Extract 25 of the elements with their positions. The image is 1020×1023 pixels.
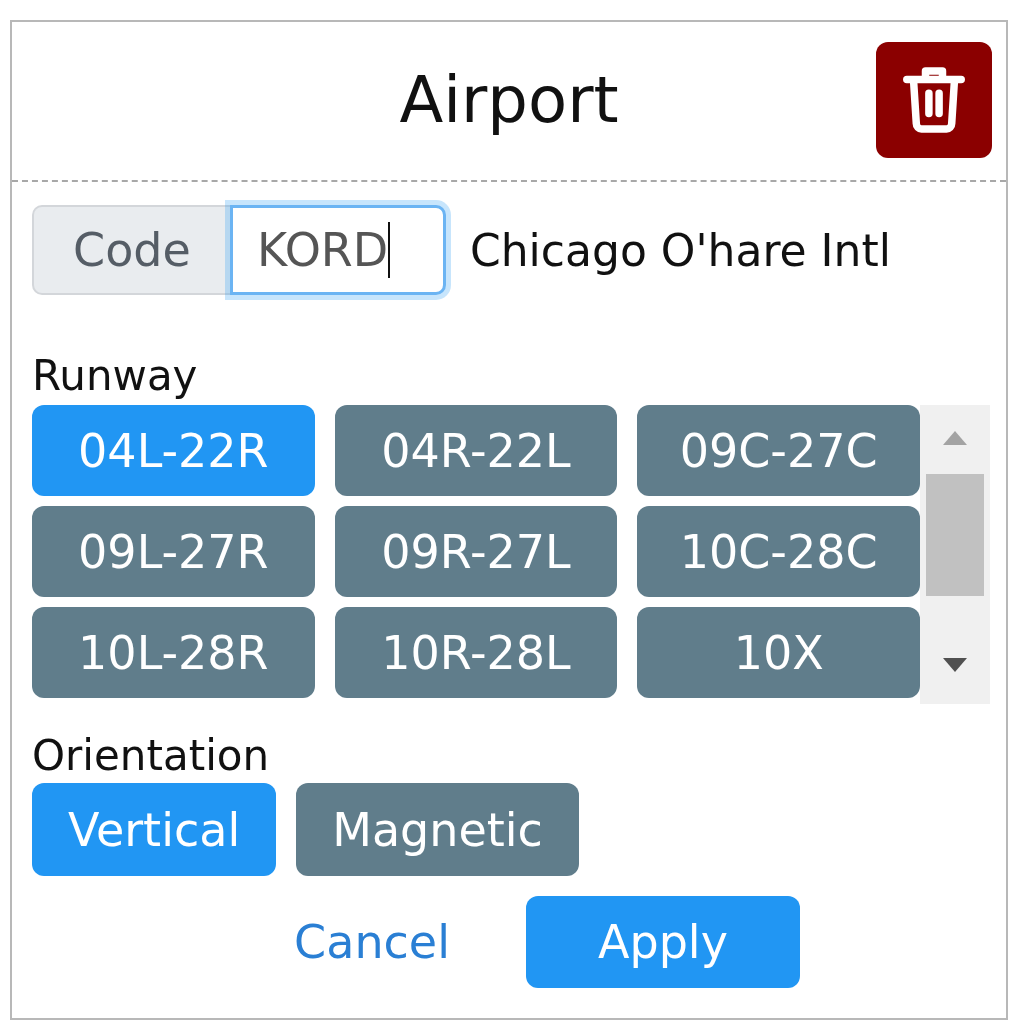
runway-option[interactable]: 09C-27C bbox=[637, 405, 920, 496]
trash-icon bbox=[903, 66, 965, 134]
code-input[interactable]: KORD bbox=[230, 205, 446, 295]
runway-option[interactable]: 09R-27L bbox=[334, 506, 618, 597]
runway-label: Runway bbox=[32, 351, 199, 401]
orientation-label: Orientation bbox=[32, 731, 271, 781]
scrollbar-thumb[interactable] bbox=[926, 474, 984, 596]
dialog-title: Airport bbox=[399, 62, 619, 139]
airport-name: Chicago O'hare Intl bbox=[470, 224, 891, 276]
scroll-up-arrow-icon[interactable] bbox=[943, 431, 967, 445]
runway-option[interactable]: 04R-22L bbox=[334, 405, 618, 496]
scroll-down-arrow-icon[interactable] bbox=[943, 658, 967, 672]
code-label: Code bbox=[32, 205, 230, 295]
runway-option[interactable]: 10X bbox=[637, 607, 920, 698]
runway-option[interactable]: 04L-22R bbox=[32, 405, 315, 496]
apply-button[interactable]: Apply bbox=[525, 896, 800, 988]
runway-option[interactable]: 10L-28R bbox=[32, 607, 315, 698]
orientation-option[interactable]: Magnetic bbox=[296, 783, 579, 876]
runway-option[interactable]: 10R-28L bbox=[334, 607, 618, 698]
cancel-link[interactable]: Cancel bbox=[258, 896, 486, 988]
scrollbar[interactable] bbox=[920, 405, 990, 704]
runway-option[interactable]: 09L-27R bbox=[32, 506, 315, 597]
delete-button[interactable] bbox=[876, 42, 992, 158]
orientation-option[interactable]: Vertical bbox=[32, 783, 277, 876]
runway-option[interactable]: 10C-28C bbox=[637, 506, 920, 597]
